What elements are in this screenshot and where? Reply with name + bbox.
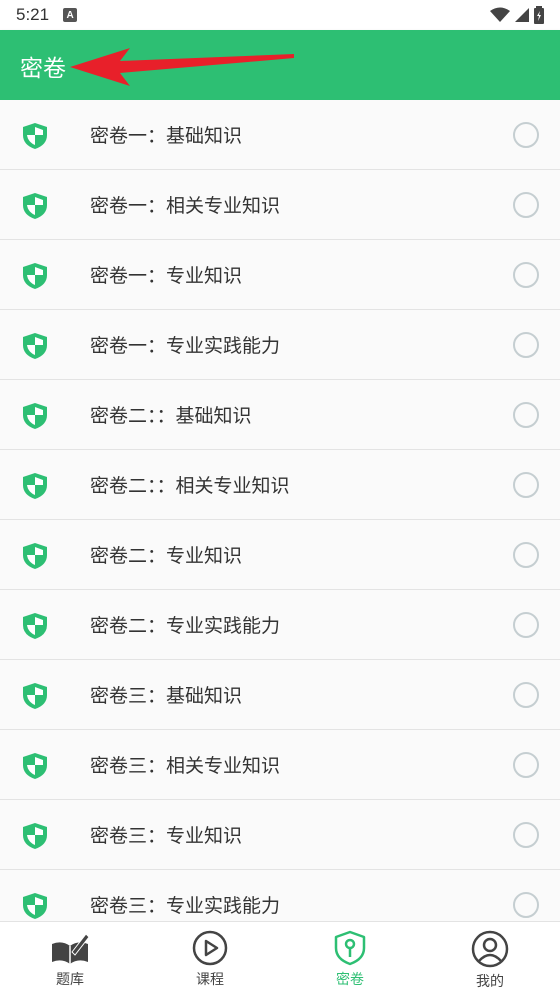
select-radio[interactable] bbox=[513, 401, 539, 428]
paper-row[interactable]: 密卷三：基础知识 bbox=[0, 660, 560, 730]
shield-icon bbox=[23, 823, 47, 849]
shield-icon bbox=[23, 543, 47, 569]
shield-icon bbox=[23, 403, 47, 429]
paper-row[interactable]: 密卷三：专业知识 bbox=[0, 800, 560, 870]
status-icons bbox=[490, 6, 544, 24]
paper-row[interactable]: 密卷三：相关专业知识 bbox=[0, 730, 560, 800]
page-title: 密卷 bbox=[20, 56, 66, 82]
signal-icon bbox=[515, 8, 529, 22]
shield-icon bbox=[23, 753, 47, 779]
shield-icon bbox=[23, 613, 47, 639]
user-circle-icon bbox=[471, 930, 509, 968]
status-bar: 5:21 A bbox=[0, 0, 560, 30]
shield-icon bbox=[23, 893, 47, 919]
select-radio[interactable] bbox=[513, 681, 539, 708]
status-time: 5:21 bbox=[16, 5, 50, 24]
paper-title: 密卷二：：相关专业知识 bbox=[90, 475, 290, 497]
select-radio[interactable] bbox=[513, 891, 539, 918]
shield-key-icon bbox=[334, 930, 366, 966]
nav-label-secret-papers: 密卷 bbox=[336, 972, 364, 988]
shield-icon bbox=[23, 123, 47, 149]
nav-item-question-bank[interactable]: 题库 bbox=[0, 922, 140, 997]
paper-row[interactable]: 密卷一：专业知识 bbox=[0, 240, 560, 310]
nav-item-courses[interactable]: 课程 bbox=[140, 922, 280, 997]
paper-title: 密卷二：专业实践能力 bbox=[90, 615, 281, 637]
nav-item-mine[interactable]: 我的 bbox=[420, 922, 560, 997]
select-radio[interactable] bbox=[513, 541, 539, 568]
paper-title: 密卷三：专业实践能力 bbox=[90, 895, 281, 917]
paper-title: 密卷三：相关专业知识 bbox=[90, 755, 281, 777]
shield-icon bbox=[23, 263, 47, 289]
nav-label-courses: 课程 bbox=[196, 972, 224, 988]
paper-row[interactable]: 密卷二：专业知识 bbox=[0, 520, 560, 590]
nav-item-secret-papers[interactable]: 密卷 bbox=[280, 922, 420, 997]
notification-badge: A bbox=[63, 8, 78, 22]
select-radio[interactable] bbox=[513, 191, 539, 218]
paper-list: 密卷一：基础知识密卷一：相关专业知识 密卷一：专业知识密卷一：专业实践能力 密卷二：… bbox=[0, 100, 560, 921]
shield-icon bbox=[23, 683, 47, 709]
paper-row[interactable]: 密卷一：基础知识 bbox=[0, 100, 560, 170]
paper-row[interactable]: 密卷二：：相关专业知识 bbox=[0, 450, 560, 520]
paper-title: 密卷二：专业知识 bbox=[90, 545, 243, 567]
battery-icon bbox=[534, 6, 544, 24]
nav-label-mine: 我的 bbox=[476, 974, 504, 990]
shield-icon bbox=[23, 473, 47, 499]
paper-row[interactable]: 密卷三：专业实践能力 bbox=[0, 870, 560, 921]
app-bar: 密卷 bbox=[0, 30, 560, 100]
book-pen-icon bbox=[52, 933, 90, 964]
shield-icon bbox=[23, 333, 47, 359]
paper-title: 密卷一：基础知识 bbox=[90, 125, 243, 147]
wifi-icon bbox=[490, 7, 510, 22]
paper-row[interactable]: 密卷二：：基础知识 bbox=[0, 380, 560, 450]
annotation-arrow bbox=[70, 48, 294, 86]
shield-icon bbox=[23, 193, 47, 219]
select-radio[interactable] bbox=[513, 611, 539, 638]
paper-row[interactable]: 密卷二：专业实践能力 bbox=[0, 590, 560, 660]
paper-title: 密卷一：相关专业知识 bbox=[90, 195, 281, 217]
select-radio[interactable] bbox=[513, 821, 539, 848]
select-radio[interactable] bbox=[513, 121, 539, 148]
select-radio[interactable] bbox=[513, 331, 539, 358]
paper-title: 密卷三：专业知识 bbox=[90, 825, 243, 847]
bottom-nav: 题库 课程 密卷 我的 bbox=[0, 921, 560, 997]
select-radio[interactable] bbox=[513, 471, 539, 498]
select-radio[interactable] bbox=[513, 751, 539, 778]
paper-title: 密卷一：专业知识 bbox=[90, 265, 243, 287]
nav-label-question-bank: 题库 bbox=[56, 972, 84, 988]
play-circle-icon bbox=[192, 930, 228, 966]
paper-title: 密卷一：专业实践能力 bbox=[90, 335, 281, 357]
paper-row[interactable]: 密卷一：专业实践能力 bbox=[0, 310, 560, 380]
paper-title: 密卷二：：基础知识 bbox=[90, 405, 252, 427]
select-radio[interactable] bbox=[513, 261, 539, 288]
paper-row[interactable]: 密卷一：相关专业知识 bbox=[0, 170, 560, 240]
paper-title: 密卷三：基础知识 bbox=[90, 685, 243, 707]
